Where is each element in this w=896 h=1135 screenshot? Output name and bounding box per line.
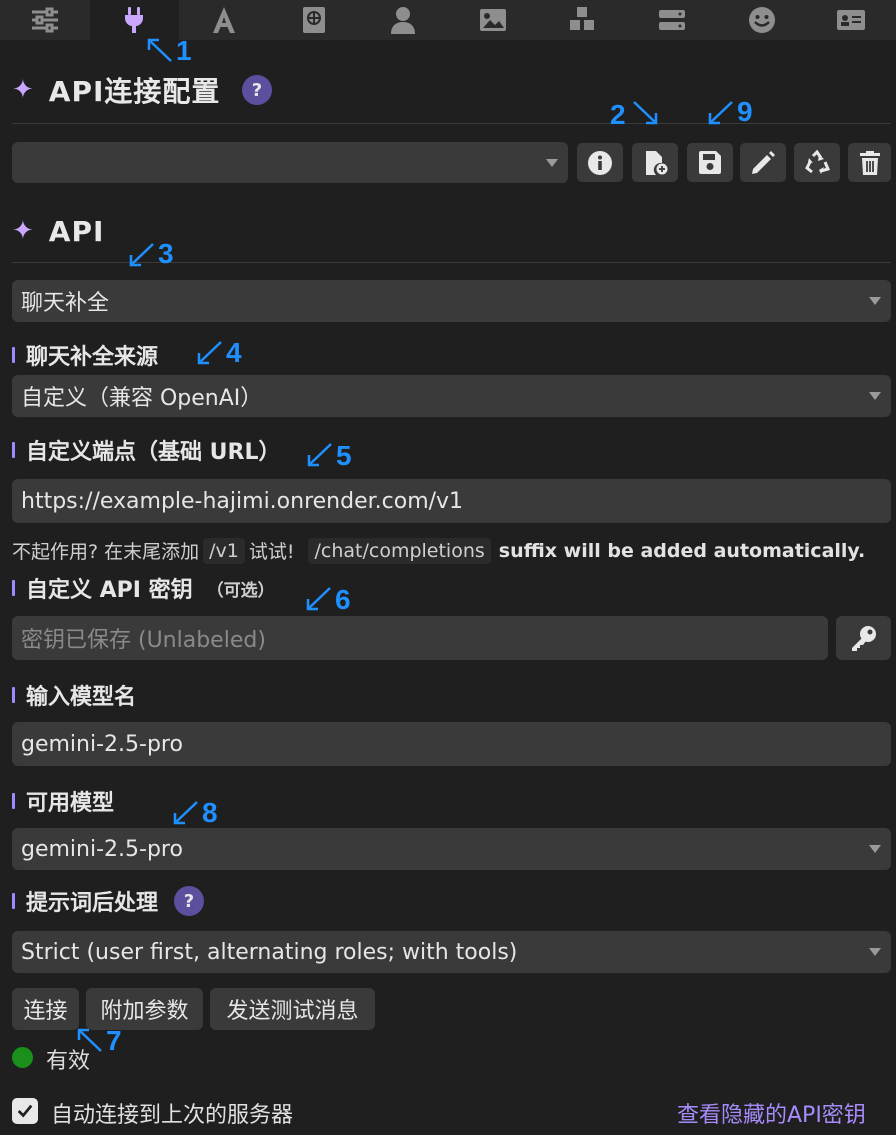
api-connection-header: ✦ API连接配置 ?	[12, 70, 273, 110]
rename-preset-button[interactable]	[740, 143, 786, 182]
smile-icon	[748, 7, 775, 33]
tab-backgrounds[interactable]	[448, 0, 538, 40]
trash-icon	[859, 150, 880, 175]
view-hidden-keys-link[interactable]: 查看隐藏的API密钥	[677, 1097, 866, 1129]
label-bar	[12, 442, 15, 458]
annotation-arrow-2	[633, 101, 658, 125]
tab-world-info[interactable]	[269, 0, 359, 40]
chevron-down-icon	[869, 392, 881, 400]
new-preset-button[interactable]	[632, 143, 678, 182]
settings-tab-bar	[0, 0, 896, 40]
sparkle-icon: ✦	[12, 216, 35, 246]
annotation-label-9: 9	[737, 96, 753, 127]
annotation-label-1: 1	[176, 35, 192, 66]
auto-connect-checkbox[interactable]	[12, 1098, 38, 1124]
available-models-select[interactable]: gemini-2.5-pro	[12, 828, 891, 870]
annotation-arrow-1	[147, 38, 172, 62]
image-icon	[479, 9, 506, 31]
annotation-arrow-6	[306, 587, 331, 611]
delete-preset-button[interactable]	[848, 143, 891, 182]
label-bar	[12, 687, 15, 703]
model-name-input[interactable]: gemini-2.5-pro	[12, 722, 891, 766]
annotation-label-6: 6	[335, 584, 351, 615]
label-bar	[12, 793, 15, 809]
help-icon[interactable]: ?	[242, 75, 273, 105]
tab-persona[interactable]	[627, 0, 717, 40]
font-icon	[212, 7, 235, 33]
tab-user-settings[interactable]	[358, 0, 448, 40]
sparkle-icon: ✦	[12, 75, 35, 105]
section-title: API	[48, 214, 105, 248]
annotation-arrow-7	[77, 1028, 102, 1052]
annotation-label-5: 5	[336, 440, 352, 471]
endpoint-note: 不起作用? 在末尾添加 /v1 试试! /chat/completions su…	[12, 537, 866, 564]
annotation-label-8: 8	[202, 797, 218, 828]
endpoint-input[interactable]: https://example-hajimi.onrender.com/v1	[12, 479, 891, 523]
annotation-label-3: 3	[158, 238, 174, 269]
book-globe-icon	[302, 7, 325, 33]
api-key-input[interactable]: 密钥已保存 (Unlabeled)	[12, 616, 828, 660]
annotation-label-4: 4	[226, 337, 242, 368]
connection-preset-select[interactable]	[12, 142, 568, 183]
info-icon	[588, 150, 612, 175]
tab-ai-response-settings[interactable]	[0, 0, 90, 40]
label-bar	[12, 347, 15, 363]
reload-preset-button[interactable]	[794, 143, 840, 182]
model-input-label: 输入模型名	[12, 679, 136, 711]
key-icon	[851, 626, 876, 651]
sliders-icon	[31, 7, 58, 33]
divider	[12, 123, 891, 124]
chevron-down-icon	[869, 948, 881, 956]
chevron-down-icon	[546, 159, 558, 167]
tab-character-management[interactable]	[806, 0, 896, 40]
plug-icon	[125, 7, 144, 33]
annotation-arrow-8	[173, 801, 198, 825]
file-add-icon	[646, 150, 668, 175]
chat-source-label: 聊天补全来源	[12, 339, 158, 371]
cubes-icon	[570, 7, 595, 30]
chat-source-select[interactable]: 自定义（兼容 OpenAI）	[12, 375, 891, 417]
chevron-down-icon	[869, 845, 881, 853]
chevron-down-icon	[869, 297, 881, 305]
label-bar	[12, 893, 15, 909]
annotation-arrow-5	[307, 443, 332, 467]
send-test-message-button[interactable]: 发送测试消息	[210, 988, 375, 1030]
api-key-label: 自定义 API 密钥 （可选）	[12, 572, 275, 604]
label-bar	[12, 580, 15, 596]
auto-connect-label: 自动连接到上次的服务器	[51, 1103, 294, 1128]
page-title: API连接配置	[48, 75, 221, 108]
tab-character[interactable]	[717, 0, 807, 40]
tab-extensions[interactable]	[538, 0, 628, 40]
endpoint-label: 自定义端点（基础 URL）	[12, 434, 280, 466]
prompt-post-processing-label: 提示词后处理 ?	[12, 885, 205, 917]
tab-formatting[interactable]	[179, 0, 269, 40]
available-models-label: 可用模型	[12, 785, 114, 817]
recycle-icon	[805, 149, 830, 174]
api-section-header: ✦ API	[12, 211, 104, 251]
api-type-select[interactable]: 聊天补全	[12, 280, 891, 322]
id-card-icon	[837, 10, 866, 30]
status-dot	[12, 1047, 33, 1068]
pencil-icon	[752, 150, 775, 174]
help-icon[interactable]: ?	[174, 886, 205, 916]
annotation-label-7: 7	[106, 1025, 122, 1056]
server-icon	[658, 10, 685, 30]
user-icon	[391, 7, 416, 34]
annotation-arrow-4	[197, 341, 222, 365]
info-button[interactable]	[577, 143, 623, 182]
annotation-arrow-9	[708, 101, 733, 125]
connect-button[interactable]: 连接	[12, 988, 79, 1030]
checkmark-icon	[17, 1104, 33, 1118]
annotation-arrow-3	[129, 243, 154, 267]
save-icon	[699, 150, 721, 174]
prompt-post-processing-select[interactable]: Strict (user first, alternating roles; w…	[12, 931, 891, 973]
annotation-label-2: 2	[610, 99, 626, 130]
save-preset-button[interactable]	[687, 143, 733, 182]
manage-keys-button[interactable]	[836, 616, 891, 660]
